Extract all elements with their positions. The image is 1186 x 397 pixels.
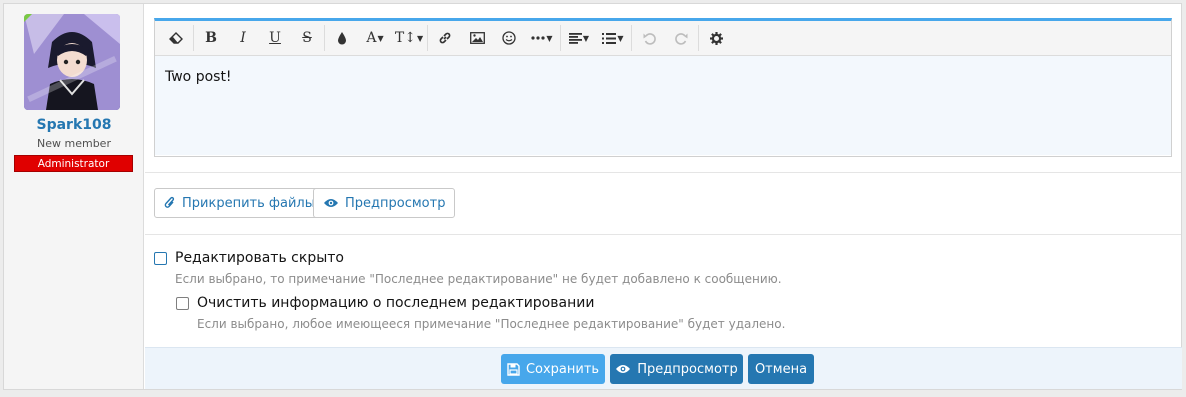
divider [145,234,1181,235]
font-family-icon[interactable]: A ▼ [358,23,392,53]
silent-edit-label: Редактировать скрыто [175,250,344,266]
clear-edit-checkbox[interactable]: Очистить информацию о последнем редактир… [176,295,594,311]
italic-icon[interactable]: I [227,23,259,53]
preview-label: Предпросмотр [637,361,738,377]
eye-icon [616,365,631,373]
rich-text-editor: B I U S A ▼ T↕ ▼ ▼ ▼ ▼ Two post! [154,18,1172,157]
toolbar-separator [324,25,325,51]
avatar[interactable] [24,14,120,110]
undo-icon[interactable] [633,23,665,53]
save-label: Сохранить [525,361,600,377]
attach-files-button[interactable]: Прикрепить файлы [154,188,325,218]
silent-edit-checkbox[interactable]: Редактировать скрыто [154,250,344,266]
paperclip-icon [164,196,175,208]
preview-toggle-label: Предпросмотр [345,195,446,211]
redo-icon[interactable] [665,23,697,53]
eye-icon [324,199,338,207]
checkbox-box[interactable] [176,296,189,310]
user-sidebar: Spark108 New member Administrator [4,4,144,389]
silent-edit-hint: Если выбрано, то примечание "Последнее р… [175,272,782,286]
settings-icon[interactable] [700,23,732,53]
toolbar-separator [427,25,428,51]
list-icon[interactable]: ▼ [596,23,630,53]
toolbar-separator [631,25,632,51]
smiley-icon[interactable] [493,23,525,53]
message-arrow [144,26,151,40]
preview-button[interactable]: Предпросмотр [610,354,743,384]
save-button[interactable]: Сохранить [501,354,605,384]
cancel-label: Отмена [754,361,808,377]
link-icon[interactable] [429,23,461,53]
avatar-image [24,14,120,110]
username-link[interactable]: Spark108 [4,117,144,133]
font-size-icon[interactable]: T↕ ▼ [392,23,426,53]
clear-edit-label: Очистить информацию о последнем редактир… [197,295,595,311]
toolbar-separator [698,25,699,51]
underline-icon[interactable]: U [259,23,291,53]
editor-toolbar: B I U S A ▼ T↕ ▼ ▼ ▼ ▼ [155,21,1171,56]
color-icon[interactable] [326,23,358,53]
bold-icon[interactable]: B [195,23,227,53]
save-icon [507,362,520,376]
more-icon[interactable]: ▼ [525,23,559,53]
form-footer: Сохранить Предпросмотр Отмена [145,347,1182,389]
toolbar-separator [193,25,194,51]
image-icon[interactable] [461,23,493,53]
toolbar-separator [560,25,561,51]
strikethrough-icon[interactable]: S [291,23,323,53]
message-edit-form: Spark108 New member Administrator B I U … [3,3,1182,390]
checkbox-box[interactable] [154,251,167,265]
preview-toggle-button[interactable]: Предпросмотр [313,188,456,218]
cancel-button[interactable]: Отмена [748,354,814,384]
align-icon[interactable]: ▼ [562,23,596,53]
user-title: New member [37,137,111,150]
role-badge: Administrator [14,155,133,172]
attach-files-label: Прикрепить файлы [182,195,315,211]
editor-content[interactable]: Two post! [155,56,1171,155]
eraser-icon[interactable] [160,23,192,53]
divider [145,172,1181,173]
clear-edit-hint: Если выбрано, любое имеющееся примечание… [197,317,786,331]
